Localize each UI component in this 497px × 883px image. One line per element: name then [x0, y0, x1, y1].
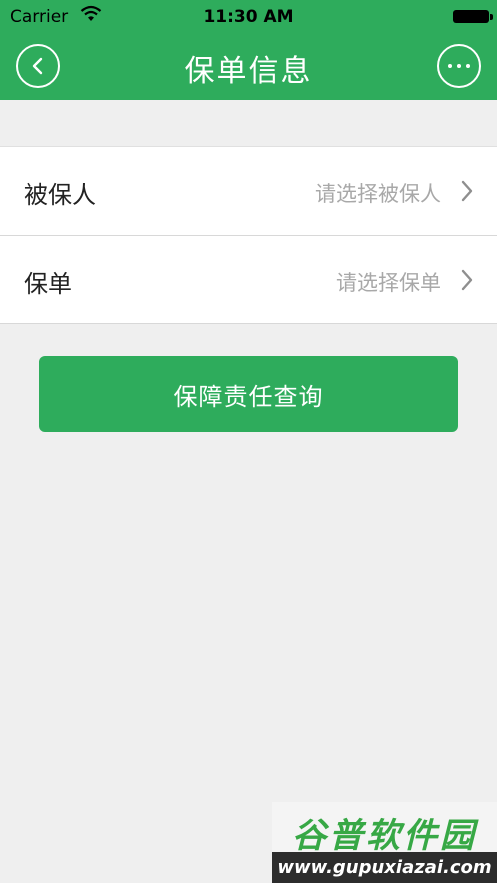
- policy-row[interactable]: 保单 请选择保单: [0, 235, 497, 323]
- chevron-right-icon: [461, 269, 473, 291]
- coverage-query-button[interactable]: 保障责任查询: [39, 356, 458, 432]
- policy-placeholder: 请选择保单: [336, 271, 441, 295]
- chevron-right-icon: [461, 180, 473, 202]
- battery-icon: [453, 10, 493, 23]
- more-button[interactable]: [437, 44, 481, 88]
- more-dots-icon: [448, 64, 470, 68]
- watermark-url: www.gupuxiazai.com: [272, 852, 497, 883]
- nav-bar: 保单信息: [0, 34, 497, 100]
- status-bar: Carrier 11:30 AM: [0, 0, 497, 34]
- insured-person-row[interactable]: 被保人 请选择被保人: [0, 147, 497, 235]
- insured-person-placeholder: 请选择被保人: [315, 182, 441, 206]
- watermark-title: 谷普软件园: [292, 816, 477, 856]
- watermark-logo: 谷普软件园 www.gupuxiazai.com: [272, 802, 497, 883]
- page-title: 保单信息: [184, 54, 313, 89]
- form-list: 被保人 请选择被保人 保单 请选择保单: [0, 146, 497, 324]
- insured-person-label: 被保人: [24, 181, 96, 209]
- policy-label: 保单: [24, 270, 72, 298]
- status-time: 11:30 AM: [203, 7, 294, 27]
